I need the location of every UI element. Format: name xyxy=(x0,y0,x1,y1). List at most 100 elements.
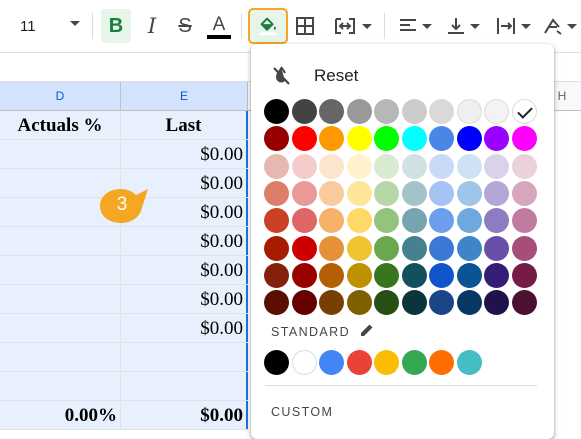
color-swatch[interactable] xyxy=(319,208,344,234)
cell-d[interactable] xyxy=(0,285,121,313)
color-swatch[interactable] xyxy=(291,290,317,316)
cell-d[interactable] xyxy=(0,227,121,255)
color-swatch[interactable] xyxy=(264,208,289,234)
color-swatch[interactable] xyxy=(401,262,427,288)
color-swatch[interactable] xyxy=(456,235,482,261)
color-swatch[interactable] xyxy=(511,99,537,124)
color-swatch[interactable] xyxy=(346,126,372,152)
color-swatch[interactable] xyxy=(264,262,289,288)
color-swatch[interactable] xyxy=(511,126,537,152)
color-swatch[interactable] xyxy=(264,180,289,206)
vertical-align-button[interactable] xyxy=(442,9,484,43)
color-swatch[interactable] xyxy=(319,290,344,316)
color-swatch[interactable] xyxy=(484,208,509,234)
cell-e[interactable]: $0.00 xyxy=(121,227,248,255)
cell-e[interactable] xyxy=(121,343,248,371)
color-swatch[interactable] xyxy=(319,350,344,375)
cell-d[interactable] xyxy=(0,372,121,400)
color-swatch[interactable] xyxy=(319,180,344,206)
color-swatch[interactable] xyxy=(401,153,427,179)
color-swatch[interactable] xyxy=(374,126,399,152)
color-swatch[interactable] xyxy=(319,99,344,124)
color-swatch[interactable] xyxy=(511,262,537,288)
color-swatch[interactable] xyxy=(374,208,399,234)
cell-e[interactable]: $0.00 xyxy=(121,140,248,168)
color-swatch[interactable] xyxy=(429,99,454,124)
color-swatch[interactable] xyxy=(291,235,317,261)
horizontal-align-button[interactable] xyxy=(394,9,436,43)
column-header-e[interactable]: E xyxy=(121,82,248,110)
color-swatch[interactable] xyxy=(319,126,344,152)
color-swatch[interactable] xyxy=(429,126,454,152)
color-swatch[interactable] xyxy=(319,235,344,261)
color-swatch[interactable] xyxy=(291,99,317,124)
color-swatch[interactable] xyxy=(401,235,427,261)
reset-color-button[interactable]: Reset xyxy=(251,58,554,94)
color-swatch[interactable] xyxy=(346,208,372,234)
cell-e[interactable]: $0.00 xyxy=(121,285,248,313)
column-header-d[interactable]: D xyxy=(0,82,121,110)
color-swatch[interactable] xyxy=(456,180,482,206)
color-swatch[interactable] xyxy=(484,153,509,179)
color-swatch[interactable] xyxy=(291,208,317,234)
color-swatch[interactable] xyxy=(429,153,454,179)
color-swatch[interactable] xyxy=(374,290,399,316)
color-swatch[interactable] xyxy=(401,350,427,375)
cell-d-header[interactable]: Actuals % xyxy=(0,111,121,139)
color-swatch[interactable] xyxy=(484,290,509,316)
cell-d-total[interactable]: 0.00% xyxy=(0,401,121,429)
color-swatch[interactable] xyxy=(484,180,509,206)
color-swatch[interactable] xyxy=(374,235,399,261)
color-swatch[interactable] xyxy=(401,99,427,124)
color-swatch[interactable] xyxy=(374,153,399,179)
color-swatch[interactable] xyxy=(374,99,399,124)
color-swatch[interactable] xyxy=(374,350,399,375)
color-swatch[interactable] xyxy=(456,126,482,152)
color-swatch[interactable] xyxy=(264,99,289,124)
color-swatch[interactable] xyxy=(291,180,317,206)
color-swatch[interactable] xyxy=(429,208,454,234)
color-swatch[interactable] xyxy=(429,290,454,316)
cell-d[interactable] xyxy=(0,140,121,168)
color-swatch[interactable] xyxy=(264,235,289,261)
cell-e[interactable]: $0.00 xyxy=(121,314,248,342)
color-swatch[interactable] xyxy=(429,262,454,288)
color-swatch[interactable] xyxy=(264,290,289,316)
color-swatch[interactable] xyxy=(429,180,454,206)
bold-button[interactable]: B xyxy=(101,9,131,43)
color-swatch[interactable] xyxy=(456,153,482,179)
cell-e-header[interactable]: Last xyxy=(121,111,248,139)
cell-d[interactable] xyxy=(0,343,121,371)
color-swatch[interactable] xyxy=(291,126,317,152)
text-rotation-button[interactable] xyxy=(538,9,581,43)
color-swatch[interactable] xyxy=(264,126,289,152)
color-swatch[interactable] xyxy=(346,235,372,261)
color-swatch[interactable] xyxy=(374,262,399,288)
color-swatch[interactable] xyxy=(401,180,427,206)
color-swatch[interactable] xyxy=(346,350,372,375)
pencil-icon[interactable] xyxy=(359,322,375,338)
color-swatch[interactable] xyxy=(456,208,482,234)
color-swatch[interactable] xyxy=(456,290,482,316)
color-swatch[interactable] xyxy=(319,262,344,288)
color-swatch[interactable] xyxy=(511,235,537,261)
color-swatch[interactable] xyxy=(401,126,427,152)
color-swatch[interactable] xyxy=(291,153,317,179)
color-swatch[interactable] xyxy=(484,126,509,152)
color-swatch[interactable] xyxy=(374,180,399,206)
color-swatch[interactable] xyxy=(511,290,537,316)
color-swatch[interactable] xyxy=(291,262,317,288)
strikethrough-button[interactable]: S xyxy=(170,9,200,43)
cell-e[interactable] xyxy=(121,372,248,400)
color-swatch[interactable] xyxy=(484,99,509,124)
color-swatch[interactable] xyxy=(346,180,372,206)
color-swatch[interactable] xyxy=(401,290,427,316)
color-swatch[interactable] xyxy=(264,350,289,375)
cell-d[interactable] xyxy=(0,256,121,284)
color-swatch[interactable] xyxy=(456,262,482,288)
text-wrapping-button[interactable] xyxy=(492,9,534,43)
color-swatch[interactable] xyxy=(401,208,427,234)
font-size-select[interactable]: 11 xyxy=(0,9,88,43)
color-swatch[interactable] xyxy=(346,99,372,124)
color-swatch[interactable] xyxy=(456,350,482,375)
